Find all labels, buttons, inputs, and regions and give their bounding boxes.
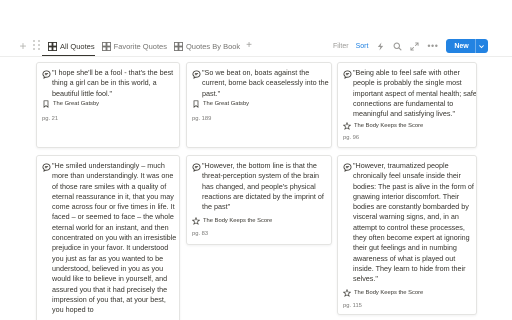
- book-property: The Great Gatsby: [42, 99, 99, 109]
- tab-label: Favorite Quotes: [113, 41, 167, 51]
- more-options-icon[interactable]: •••: [427, 41, 438, 51]
- speech-bubble-icon: [192, 70, 201, 79]
- quote-card[interactable]: "I hope she'll be a fool - that's the be…: [36, 62, 180, 148]
- speech-bubble-icon: [42, 70, 51, 79]
- gallery-view-icon: [101, 41, 111, 51]
- tab-label: All Quotes: [60, 41, 95, 51]
- database-toolbar: + All Quotes Favorite Quotes Quotes By B…: [0, 36, 512, 57]
- book-property: The Great Gatsby: [192, 99, 249, 109]
- speech-bubble-icon: [42, 163, 51, 172]
- bookmark-icon: [43, 100, 49, 108]
- quote-card[interactable]: "So we beat on, boats against the curren…: [186, 62, 332, 148]
- toolbar-divider: [0, 56, 512, 57]
- quote-text: "Being able to feel safe with other peop…: [353, 68, 477, 119]
- search-icon[interactable]: [393, 42, 403, 51]
- quote-card[interactable]: "He smiled understandingly – much more t…: [36, 155, 180, 320]
- quote-text: "So we beat on, boats against the curren…: [202, 68, 329, 98]
- speech-bubble-icon: [343, 163, 352, 172]
- tab-all-quotes[interactable]: All Quotes: [48, 39, 95, 53]
- quote-card[interactable]: "Being able to feel safe with other peop…: [337, 62, 477, 148]
- add-view-icon[interactable]: +: [246, 41, 252, 51]
- speech-bubble-icon: [343, 70, 352, 79]
- filter-button[interactable]: Filter: [333, 43, 349, 50]
- new-button[interactable]: New: [446, 39, 488, 53]
- tab-label: Quotes By Book: [185, 41, 241, 51]
- gallery-view-icon: [48, 41, 57, 51]
- expand-icon[interactable]: [410, 41, 419, 51]
- view-actions: Filter Sort ••• New: [333, 39, 488, 53]
- quote-card[interactable]: "However, the bottom line is that the th…: [186, 155, 332, 245]
- gallery-view-icon: [173, 41, 183, 51]
- book-title: The Body Keeps the Score: [354, 123, 424, 129]
- drag-handle-icon[interactable]: [33, 40, 41, 52]
- page-number: pg. 83: [192, 231, 209, 237]
- page-number: pg. 189: [192, 116, 212, 122]
- sort-button[interactable]: Sort: [356, 43, 369, 50]
- book-property: The Body Keeps the Score: [343, 121, 423, 131]
- book-title: The Great Gatsby: [53, 101, 100, 107]
- star-icon: [192, 217, 200, 225]
- star-icon: [343, 122, 351, 130]
- tab-quotes-by-book[interactable]: Quotes By Book: [173, 39, 241, 53]
- chevron-down-icon[interactable]: [476, 43, 488, 50]
- book-title: The Great Gatsby: [203, 101, 250, 107]
- book-property: The Body Keeps the Score: [192, 216, 272, 226]
- quote-text: "However, traumatized people chronically…: [353, 161, 474, 284]
- automation-lightning-icon[interactable]: [376, 41, 385, 51]
- page-number: pg. 21: [42, 116, 59, 122]
- book-title: The Body Keeps the Score: [354, 290, 424, 296]
- add-block-icon[interactable]: +: [18, 40, 28, 52]
- book-title: The Body Keeps the Score: [203, 218, 273, 224]
- bookmark-icon: [193, 100, 199, 108]
- quote-text: "He smiled understandingly – much more t…: [52, 161, 177, 315]
- quote-text: "I hope she'll be a fool - that's the be…: [52, 68, 174, 98]
- star-icon: [343, 289, 351, 297]
- book-property: The Body Keeps the Score: [343, 288, 423, 298]
- quote-card[interactable]: "However, traumatized people chronically…: [337, 155, 477, 315]
- new-button-label: New: [454, 42, 469, 50]
- tab-favorite-quotes[interactable]: Favorite Quotes: [101, 39, 167, 53]
- view-tabs: + All Quotes Favorite Quotes Quotes By B…: [18, 39, 252, 53]
- page-number: pg. 115: [343, 303, 362, 309]
- speech-bubble-icon: [192, 163, 201, 172]
- quote-text: "However, the bottom line is that the th…: [202, 161, 324, 212]
- page-number: pg. 96: [343, 135, 360, 141]
